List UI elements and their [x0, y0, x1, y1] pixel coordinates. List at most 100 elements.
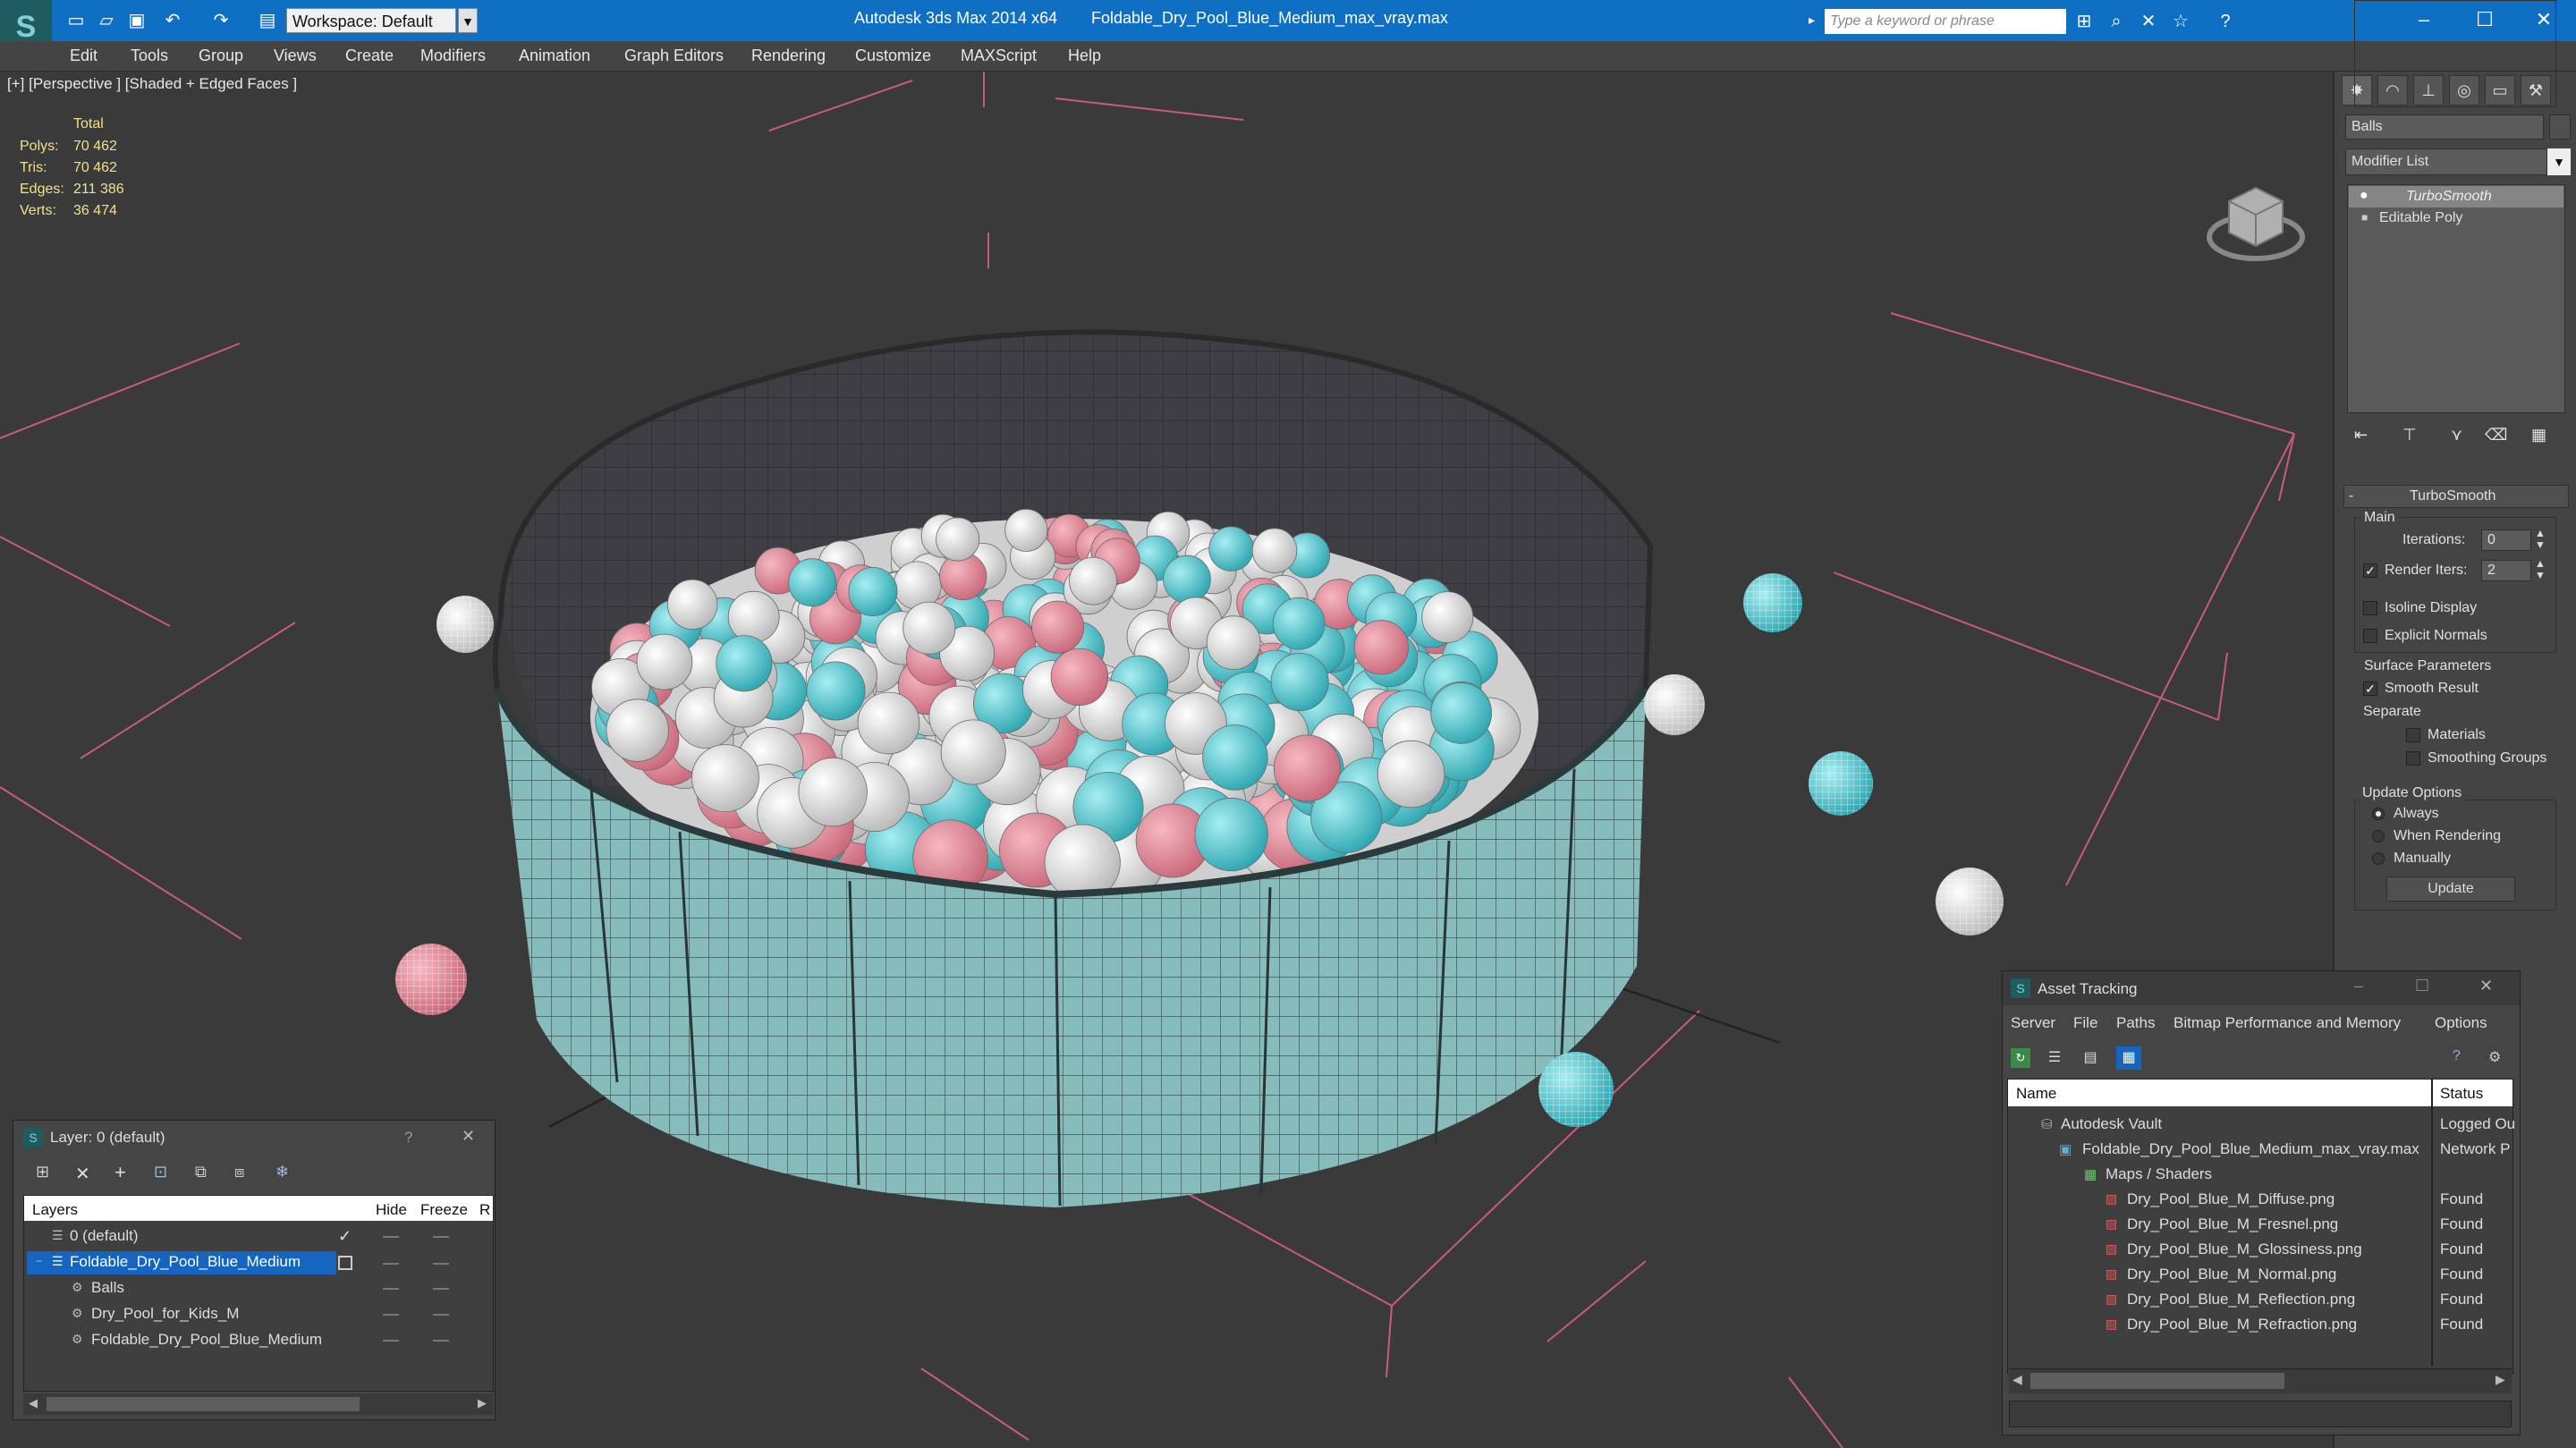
stack-item-editable-poly[interactable]: Editable Poly: [2379, 210, 2462, 226]
remove-modifier-icon[interactable]: ⌫: [2485, 426, 2507, 445]
asset-row-name[interactable]: Dry_Pool_Blue_M_Glossiness.png: [2127, 1241, 2362, 1258]
make-unique-icon[interactable]: ⋎: [2451, 426, 2462, 445]
when-rendering-radio[interactable]: [2372, 830, 2385, 843]
expand-icon[interactable]: −: [36, 1255, 42, 1267]
column-divider[interactable]: [2431, 1080, 2433, 1366]
freeze-toggle[interactable]: [433, 1288, 449, 1290]
column-status-header[interactable]: Status: [2440, 1085, 2483, 1103]
help-icon[interactable]: ?: [2453, 1048, 2461, 1064]
show-end-result-icon[interactable]: ⊤: [2402, 426, 2417, 445]
column-name-header[interactable]: Name: [2016, 1085, 2056, 1103]
menu-graph-editors[interactable]: Graph Editors: [624, 47, 724, 65]
menu-options[interactable]: Options: [2435, 1014, 2487, 1032]
asset-row-name[interactable]: Dry_Pool_Blue_M_Fresnel.png: [2127, 1215, 2338, 1233]
redo-icon[interactable]: ↷: [208, 7, 234, 34]
expand-icon[interactable]: ■: [2361, 211, 2368, 224]
close-button[interactable]: ✕: [462, 1127, 475, 1146]
new-file-icon[interactable]: ▭: [63, 7, 89, 34]
viewcube-icon[interactable]: [2207, 186, 2305, 261]
menu-edit[interactable]: Edit: [70, 47, 97, 65]
favorites-star-icon[interactable]: ☆: [2168, 9, 2193, 34]
list-view-icon[interactable]: ☰: [2045, 1048, 2064, 1068]
freeze-toggle[interactable]: [433, 1263, 449, 1265]
modifier-list-dropdown[interactable]: Modifier List: [2345, 148, 2547, 175]
iterations-input[interactable]: 0: [2481, 529, 2531, 551]
hide-toggle[interactable]: [383, 1340, 399, 1342]
scroll-right-icon[interactable]: ▶: [478, 1396, 487, 1410]
object-name-field[interactable]: Balls: [2345, 114, 2544, 140]
help-button[interactable]: ?: [404, 1129, 412, 1147]
menu-bitmap-performance[interactable]: Bitmap Performance and Memory: [2174, 1014, 2401, 1032]
iterations-spinner[interactable]: ▲ ▼: [2535, 528, 2546, 551]
scroll-right-icon[interactable]: ▶: [2496, 1372, 2505, 1387]
search-expand-icon[interactable]: ▸: [1809, 13, 1821, 30]
menu-create[interactable]: Create: [345, 47, 394, 65]
explicit-normals-checkbox[interactable]: [2363, 629, 2377, 643]
refresh-icon[interactable]: ↻: [2011, 1048, 2030, 1068]
freeze-toggle[interactable]: [433, 1340, 449, 1342]
delete-layer-icon[interactable]: ✕: [75, 1163, 90, 1185]
communication-icon[interactable]: ✕: [2136, 9, 2161, 34]
object-color-swatch[interactable]: [2549, 114, 2571, 140]
layer-row-name[interactable]: Dry_Pool_for_Kids_M: [91, 1305, 239, 1323]
menu-modifiers[interactable]: Modifiers: [420, 47, 486, 65]
menu-paths[interactable]: Paths: [2116, 1014, 2155, 1032]
menu-group[interactable]: Group: [199, 47, 243, 65]
set-current-layer-box[interactable]: [338, 1256, 352, 1270]
column-render-header[interactable]: R: [479, 1201, 490, 1219]
scrollbar-thumb[interactable]: [47, 1397, 360, 1411]
scroll-left-icon[interactable]: ◀: [2012, 1372, 2022, 1387]
menu-server[interactable]: Server: [2011, 1014, 2055, 1032]
tree-view-icon[interactable]: ▤: [2080, 1048, 2100, 1068]
asset-row-name[interactable]: Dry_Pool_Blue_M_Reflection.png: [2127, 1291, 2355, 1308]
chevron-down-icon[interactable]: ▼: [458, 8, 478, 33]
menu-tools[interactable]: Tools: [131, 47, 168, 65]
undo-icon[interactable]: ↶: [159, 7, 186, 34]
scrollbar-thumb[interactable]: [2030, 1373, 2284, 1389]
project-folder-icon[interactable]: ▤: [254, 7, 281, 34]
asset-row-name[interactable]: Autodesk Vault: [2061, 1115, 2162, 1133]
layer-row-name[interactable]: Balls: [91, 1279, 124, 1297]
asset-row-name[interactable]: Dry_Pool_Blue_M_Normal.png: [2127, 1266, 2336, 1283]
pin-stack-icon[interactable]: ⇤: [2354, 426, 2368, 445]
close-button[interactable]: ✕: [2479, 977, 2493, 995]
column-hide-header[interactable]: Hide: [376, 1201, 407, 1219]
menu-maxscript[interactable]: MAXScript: [961, 47, 1037, 65]
menu-customize[interactable]: Customize: [855, 47, 931, 65]
settings-icon[interactable]: ⚙: [2488, 1048, 2501, 1066]
save-icon[interactable]: ▣: [123, 7, 150, 34]
binoculars-icon[interactable]: ⊞: [2072, 9, 2097, 34]
open-file-icon[interactable]: ▱: [93, 7, 120, 34]
isoline-display-checkbox[interactable]: [2363, 601, 2377, 615]
menu-views[interactable]: Views: [274, 47, 317, 65]
column-freeze-header[interactable]: Freeze: [420, 1201, 468, 1219]
freeze-toggle[interactable]: [433, 1236, 449, 1238]
current-layer-checkmark-icon[interactable]: ✓: [338, 1227, 352, 1246]
manually-radio[interactable]: [2372, 852, 2385, 865]
layer-row-name[interactable]: 0 (default): [70, 1227, 139, 1245]
asset-row-name[interactable]: Foldable_Dry_Pool_Blue_Medium_max_vray.m…: [2082, 1140, 2419, 1158]
hide-toggle[interactable]: [383, 1263, 399, 1265]
scroll-left-icon[interactable]: ◀: [29, 1396, 38, 1410]
column-layers-header[interactable]: Layers: [32, 1201, 78, 1219]
chevron-down-icon[interactable]: ▼: [2547, 148, 2571, 175]
smoothing-groups-checkbox[interactable]: [2406, 751, 2420, 766]
menu-rendering[interactable]: Rendering: [751, 47, 826, 65]
materials-checkbox[interactable]: [2406, 728, 2420, 742]
highlight-layer-icon[interactable]: ⧉: [195, 1163, 207, 1181]
workspace-dropdown[interactable]: Workspace: Default: [286, 8, 456, 33]
hide-toggle[interactable]: [383, 1236, 399, 1238]
freeze-all-layers-icon[interactable]: ❄: [275, 1163, 289, 1181]
smooth-result-checkbox[interactable]: ✓: [2363, 682, 2377, 696]
menu-animation[interactable]: Animation: [519, 47, 590, 65]
hide-toggle[interactable]: [383, 1314, 399, 1316]
asset-row-name[interactable]: Dry_Pool_Blue_M_Refraction.png: [2127, 1316, 2357, 1334]
hide-all-layers-icon[interactable]: ⧈: [234, 1163, 244, 1181]
render-iters-spinner[interactable]: ▲ ▼: [2535, 558, 2546, 581]
update-button[interactable]: Update: [2386, 876, 2515, 902]
create-layer-icon[interactable]: ⊞: [36, 1163, 49, 1181]
lightbulb-icon[interactable]: ●: [2360, 188, 2368, 204]
layer-row-name[interactable]: Foldable_Dry_Pool_Blue_Medium: [70, 1253, 301, 1271]
menu-help[interactable]: Help: [1068, 47, 1101, 65]
search-input[interactable]: Type a keyword or phrase: [1825, 9, 2066, 34]
